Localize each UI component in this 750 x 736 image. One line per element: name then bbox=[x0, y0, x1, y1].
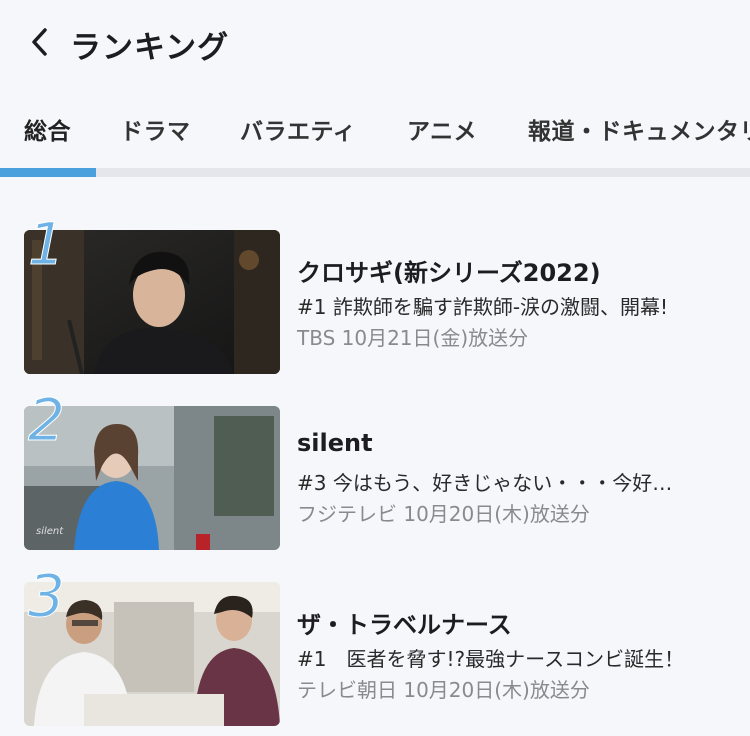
broadcast-info: TBS 10月21日(金)放送分 bbox=[297, 326, 529, 350]
tab-track bbox=[0, 168, 750, 177]
episode-title: #3 今はもう、好きじゃない・・・今好… bbox=[297, 471, 673, 495]
ranking-item[interactable]: 3 ザ・トラベルナース #1 医者を脅す!?最強ナースコンビ誕生！ テレビ朝日 … bbox=[0, 567, 750, 727]
page-title: ランキング bbox=[70, 30, 230, 66]
app-header: ランキング bbox=[0, 0, 750, 84]
ranking-item[interactable]: silent 2 silent #3 今はもう、好きじゃない・・・今好… フジテ… bbox=[0, 391, 750, 551]
program-title: クロサギ(新シリーズ2022) bbox=[297, 259, 601, 287]
tab-variety[interactable]: バラエティ bbox=[240, 112, 356, 146]
ranking-item[interactable]: 1 クロサギ(新シリーズ2022) #1 詐欺師を騙す詐欺師-涙の激闘、開幕! … bbox=[0, 215, 750, 375]
rank-number: 3 bbox=[28, 562, 66, 630]
program-title: ザ・トラベルナース bbox=[297, 611, 512, 639]
tab-overall[interactable]: 総合 bbox=[24, 112, 71, 146]
rank-number: 1 bbox=[28, 210, 66, 278]
rank-number: 2 bbox=[28, 386, 66, 454]
svg-text:silent: silent bbox=[36, 526, 64, 537]
chevron-left-icon bbox=[32, 28, 47, 56]
tab-anime[interactable]: アニメ bbox=[407, 112, 477, 146]
tab-drama[interactable]: ドラマ bbox=[120, 112, 191, 146]
episode-title: #1 詐欺師を騙す詐欺師-涙の激闘、開幕! bbox=[297, 295, 669, 319]
broadcast-info: フジテレビ 10月20日(木)放送分 bbox=[297, 502, 590, 526]
program-title: silent bbox=[297, 429, 373, 457]
broadcast-info: テレビ朝日 10月20日(木)放送分 bbox=[297, 678, 590, 702]
episode-title: #1 医者を脅す!?最強ナースコンビ誕生！ bbox=[297, 647, 685, 671]
active-tab-indicator bbox=[0, 168, 96, 177]
category-tabs: 総合 ドラマ バラエティ アニメ 報道・ドキュメンタリ bbox=[0, 100, 750, 160]
tab-news-documentary[interactable]: 報道・ドキュメンタリ bbox=[528, 112, 750, 146]
back-button[interactable] bbox=[24, 26, 56, 58]
